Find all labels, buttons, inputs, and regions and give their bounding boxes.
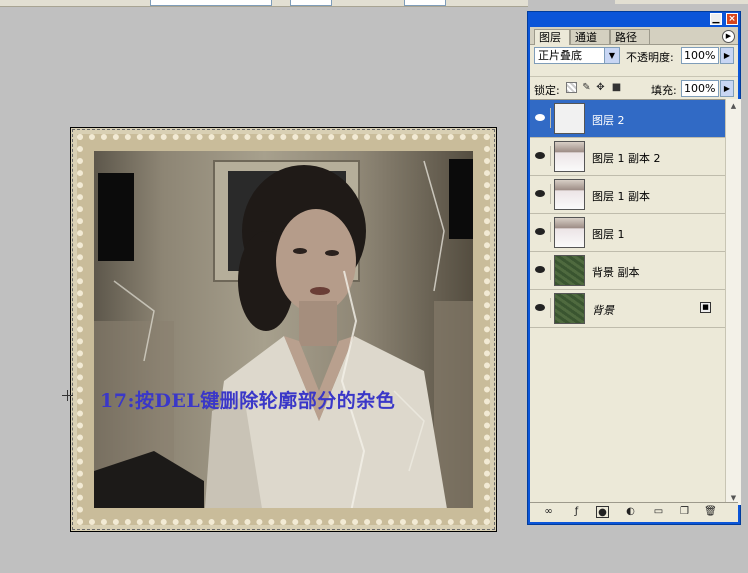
- fill-label: 填充:: [651, 84, 677, 97]
- palette-titlebar[interactable]: ▁ ×: [528, 12, 740, 27]
- crosshair-cursor-icon: [62, 390, 73, 401]
- layer-thumbnail: [554, 217, 585, 248]
- palette-body: 图层 通道 路径 ▶ 正片叠底 ▼ 不透明度: 100% ▶ 锁定: ✎ ✥ ■…: [530, 27, 741, 522]
- fill-slider-arrow-icon[interactable]: ▶: [720, 80, 734, 97]
- options-field[interactable]: [150, 0, 272, 6]
- options-field[interactable]: [290, 0, 332, 6]
- opacity-slider-arrow-icon[interactable]: ▶: [720, 47, 734, 64]
- menu-strip: [615, 0, 748, 4]
- adjustment-layer-icon[interactable]: ◐: [624, 506, 637, 518]
- palette-menu-arrow-icon[interactable]: ▶: [722, 30, 735, 43]
- visibility-eye-icon[interactable]: [532, 184, 551, 204]
- visibility-eye-icon[interactable]: [532, 108, 551, 128]
- new-layer-icon[interactable]: ❐: [678, 506, 691, 518]
- visibility-eye-icon[interactable]: [532, 260, 551, 280]
- lock-transparent-icon[interactable]: [566, 82, 577, 93]
- options-field[interactable]: [404, 0, 446, 6]
- layer-style-icon[interactable]: ƒ: [570, 506, 583, 518]
- layer-name: 图层 2: [592, 114, 625, 127]
- document-canvas[interactable]: [70, 127, 497, 532]
- minimize-icon[interactable]: ▁: [710, 13, 722, 25]
- layer-row[interactable]: 图层 1 副本: [530, 176, 725, 214]
- layer-name: 图层 1 副本 2: [592, 152, 661, 165]
- layer-name: 背景: [592, 304, 614, 317]
- scroll-up-icon[interactable]: ▲: [726, 99, 741, 113]
- layers-scrollbar[interactable]: ▲ ▼: [725, 99, 741, 505]
- layer-lock-icon: ■: [700, 302, 711, 313]
- close-icon[interactable]: ×: [726, 13, 738, 25]
- layer-row[interactable]: 背景 ■: [530, 290, 725, 328]
- opacity-label: 不透明度:: [626, 51, 674, 64]
- lock-label: 锁定:: [534, 84, 560, 97]
- trash-icon[interactable]: 🗑: [704, 506, 717, 518]
- tutorial-caption: 17:按DEL键删除轮廓部分的杂色: [100, 390, 396, 412]
- palette-tabs: 图层 通道 路径 ▶: [530, 27, 738, 45]
- layer-name: 背景 副本: [592, 266, 640, 279]
- fill-input[interactable]: 100%: [681, 80, 719, 97]
- add-mask-icon[interactable]: ●: [596, 506, 609, 518]
- layer-row[interactable]: 图层 1: [530, 214, 725, 252]
- portrait-illustration: [94, 159, 473, 508]
- palette-bottom-toolbar: ∞ ƒ ● ◐ ▭ ❐ 🗑: [530, 502, 738, 522]
- link-layers-icon[interactable]: ∞: [542, 506, 555, 518]
- portrait-photo: [94, 151, 473, 508]
- lock-all-icon[interactable]: ■: [611, 82, 622, 93]
- layers-list: 图层 2 图层 1 副本 2 图层 1 副本 图层 1 背景 副本 背景 ■: [530, 99, 725, 506]
- lock-fill-row: 锁定: ✎ ✥ ■ 填充: 100% ▶: [530, 76, 738, 99]
- layer-thumbnail: [554, 179, 585, 210]
- layer-name: 图层 1 副本: [592, 190, 650, 203]
- layer-thumbnail: [554, 141, 585, 172]
- blend-mode-select[interactable]: 正片叠底 ▼: [534, 47, 620, 64]
- visibility-eye-icon[interactable]: [532, 298, 551, 318]
- layer-row[interactable]: 图层 1 副本 2: [530, 138, 725, 176]
- layer-thumbnail: [554, 255, 585, 286]
- new-group-icon[interactable]: ▭: [652, 506, 665, 518]
- visibility-eye-icon[interactable]: [532, 222, 551, 242]
- layer-name: 图层 1: [592, 228, 625, 241]
- layers-palette: ▁ × 图层 通道 路径 ▶ 正片叠底 ▼ 不透明度: 100% ▶ 锁定: ✎…: [527, 11, 741, 525]
- lock-move-icon[interactable]: ✥: [595, 82, 606, 93]
- layer-row[interactable]: 图层 2: [530, 100, 725, 138]
- tab-channels[interactable]: 通道: [570, 29, 610, 44]
- lock-brush-icon[interactable]: ✎: [581, 82, 592, 93]
- blend-mode-value: 正片叠底: [538, 49, 582, 62]
- photo-border-frame: [77, 134, 490, 525]
- blend-opacity-row: 正片叠底 ▼ 不透明度: 100% ▶: [530, 46, 738, 68]
- visibility-eye-icon[interactable]: [532, 146, 551, 166]
- tab-layers[interactable]: 图层: [534, 29, 570, 45]
- options-bar: [0, 0, 528, 7]
- layer-row[interactable]: 背景 副本: [530, 252, 725, 290]
- layer-thumbnail: [554, 103, 585, 134]
- chevron-down-icon[interactable]: ▼: [604, 48, 619, 63]
- tab-paths[interactable]: 路径: [610, 29, 650, 44]
- layer-thumbnail: [554, 293, 585, 324]
- opacity-input[interactable]: 100%: [681, 47, 719, 64]
